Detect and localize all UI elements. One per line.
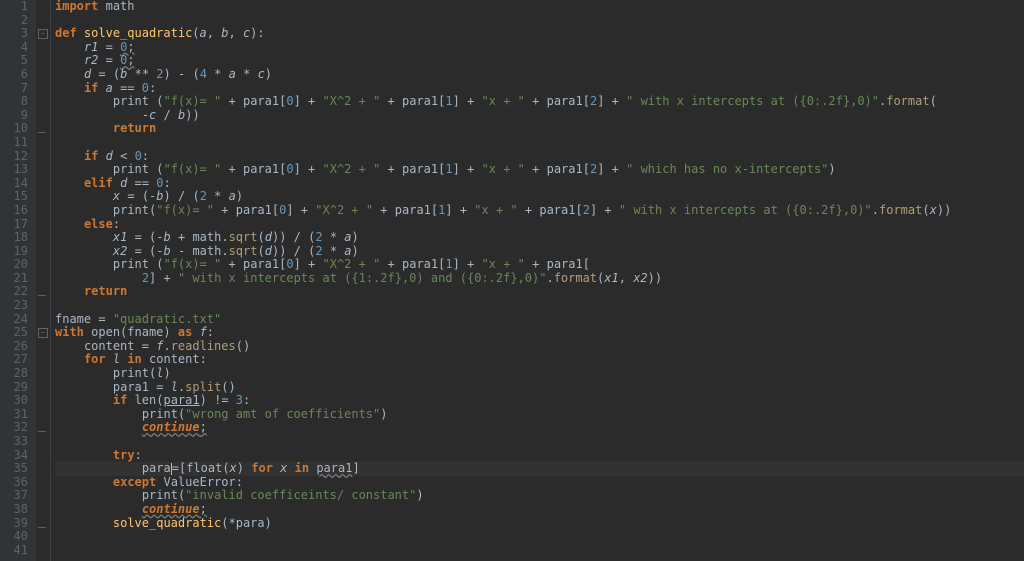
- line-number: 23: [4, 299, 28, 313]
- line-number: 14: [4, 177, 28, 191]
- code-line[interactable]: para1 = l.split(): [55, 381, 1024, 395]
- code-line[interactable]: except ValueError:: [55, 476, 1024, 490]
- code-line[interactable]: content = f.readlines(): [55, 340, 1024, 354]
- line-number: 1: [4, 0, 28, 14]
- line-number: 30: [4, 394, 28, 408]
- code-line[interactable]: if len(para1) != 3:: [55, 394, 1024, 408]
- code-line[interactable]: continue;: [55, 503, 1024, 517]
- line-number: 34: [4, 449, 28, 463]
- code-line[interactable]: r1 = 0;: [55, 41, 1024, 55]
- line-number: 38: [4, 503, 28, 517]
- line-number: 13: [4, 163, 28, 177]
- line-number: 7: [4, 82, 28, 96]
- code-line[interactable]: [55, 14, 1024, 28]
- line-number: 39: [4, 517, 28, 531]
- code-line[interactable]: print ("f(x)= " + para1[0] + "X^2 + " + …: [55, 163, 1024, 177]
- line-number: 21: [4, 272, 28, 286]
- line-number: 37: [4, 489, 28, 503]
- line-number: 24: [4, 313, 28, 327]
- code-line[interactable]: for l in content:: [55, 353, 1024, 367]
- code-line[interactable]: with open(fname) as f:: [55, 326, 1024, 340]
- line-number: 25: [4, 326, 28, 340]
- code-line[interactable]: [55, 544, 1024, 558]
- code-editor[interactable]: 1234567891011121314151617181920212223242…: [0, 0, 1024, 561]
- code-area[interactable]: import math def solve_quadratic(a, b, c)…: [51, 0, 1024, 561]
- line-number: 8: [4, 95, 28, 109]
- line-number: 35: [4, 462, 28, 476]
- code-line[interactable]: -c / b)): [55, 109, 1024, 123]
- code-line[interactable]: fname = "quadratic.txt": [55, 313, 1024, 327]
- code-line[interactable]: r2 = 0;: [55, 54, 1024, 68]
- line-number-gutter: 1234567891011121314151617181920212223242…: [0, 0, 36, 561]
- code-line[interactable]: print ("f(x)= " + para1[0] + "X^2 + " + …: [55, 258, 1024, 272]
- fold-close-icon[interactable]: [38, 431, 46, 432]
- line-number: 6: [4, 68, 28, 82]
- code-line[interactable]: elif d == 0:: [55, 177, 1024, 191]
- code-line[interactable]: print("f(x)= " + para1[0] + "X^2 + " + p…: [55, 204, 1024, 218]
- code-line[interactable]: d = (b ** 2) - (4 * a * c): [55, 68, 1024, 82]
- code-line[interactable]: try:: [55, 449, 1024, 463]
- code-line[interactable]: print("invalid coefficeints/ constant"): [55, 489, 1024, 503]
- line-number: 18: [4, 231, 28, 245]
- line-number: 3: [4, 27, 28, 41]
- fold-open-icon[interactable]: −: [38, 328, 48, 338]
- code-line[interactable]: solve_quadratic(*para): [55, 517, 1024, 531]
- code-line[interactable]: return: [55, 122, 1024, 136]
- code-line[interactable]: para=[float(x) for x in para1]: [55, 462, 1024, 476]
- line-number: 16: [4, 204, 28, 218]
- line-number: 12: [4, 150, 28, 164]
- line-number: 27: [4, 353, 28, 367]
- fold-close-icon[interactable]: [38, 295, 46, 296]
- code-line[interactable]: def solve_quadratic(a, b, c):: [55, 27, 1024, 41]
- code-line[interactable]: continue;: [55, 421, 1024, 435]
- line-number: 31: [4, 408, 28, 422]
- line-number: 33: [4, 435, 28, 449]
- line-number: 29: [4, 381, 28, 395]
- line-number: 9: [4, 109, 28, 123]
- line-number: 36: [4, 476, 28, 490]
- line-number: 22: [4, 285, 28, 299]
- code-line[interactable]: import math: [55, 0, 1024, 14]
- line-number: 4: [4, 41, 28, 55]
- fold-gutter[interactable]: −−: [36, 0, 51, 561]
- code-line[interactable]: [55, 299, 1024, 313]
- fold-open-icon[interactable]: −: [38, 29, 48, 39]
- line-number: 5: [4, 54, 28, 68]
- code-line[interactable]: 2] + " with x intercepts at ({1:.2f},0) …: [55, 272, 1024, 286]
- code-line[interactable]: if a == 0:: [55, 82, 1024, 96]
- line-number: 28: [4, 367, 28, 381]
- line-number: 20: [4, 258, 28, 272]
- code-line[interactable]: x1 = (-b + math.sqrt(d)) / (2 * a): [55, 231, 1024, 245]
- line-number: 41: [4, 544, 28, 558]
- line-number: 11: [4, 136, 28, 150]
- line-number: 15: [4, 190, 28, 204]
- line-number: 32: [4, 421, 28, 435]
- line-number: 40: [4, 530, 28, 544]
- line-number: 2: [4, 14, 28, 28]
- code-line[interactable]: [55, 530, 1024, 544]
- line-number: 10: [4, 122, 28, 136]
- code-line[interactable]: x2 = (-b - math.sqrt(d)) / (2 * a): [55, 245, 1024, 259]
- fold-close-icon[interactable]: [38, 527, 46, 528]
- code-line[interactable]: [55, 435, 1024, 449]
- code-line[interactable]: if d < 0:: [55, 150, 1024, 164]
- code-line[interactable]: x = (-b) / (2 * a): [55, 190, 1024, 204]
- line-number: 17: [4, 218, 28, 232]
- code-line[interactable]: print(l): [55, 367, 1024, 381]
- line-number: 19: [4, 245, 28, 259]
- code-line[interactable]: return: [55, 285, 1024, 299]
- code-line[interactable]: print ("f(x)= " + para1[0] + "X^2 + " + …: [55, 95, 1024, 109]
- code-line[interactable]: [55, 136, 1024, 150]
- code-line[interactable]: print("wrong amt of coefficients"): [55, 408, 1024, 422]
- code-line[interactable]: else:: [55, 218, 1024, 232]
- fold-close-icon[interactable]: [38, 132, 46, 133]
- line-number: 26: [4, 340, 28, 354]
